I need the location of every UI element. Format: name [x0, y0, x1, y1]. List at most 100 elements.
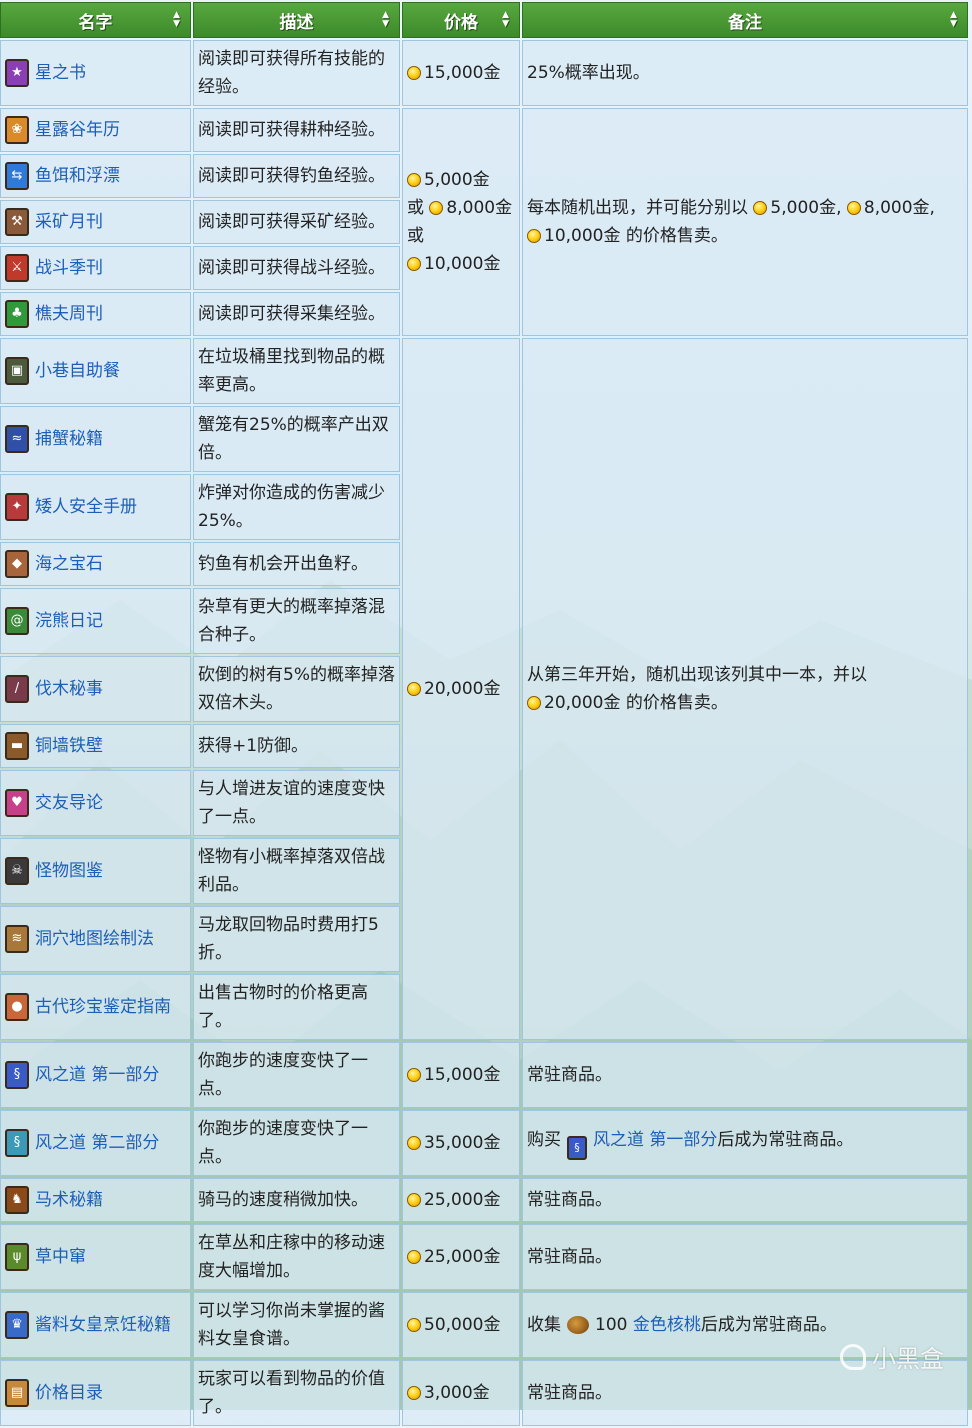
book-name-cell: ♞ 马术秘籍 [0, 1178, 191, 1222]
book-name[interactable]: ♣ 樵夫周刊 [5, 300, 186, 328]
column-header-description[interactable]: 描述 ▲ ▼ [193, 2, 400, 38]
book-name[interactable]: ☠ 怪物图鉴 [5, 857, 186, 885]
book-description: 阅读即可获得所有技能的经验。 [198, 49, 385, 97]
book-name[interactable]: ⚔ 战斗季刊 [5, 254, 186, 282]
book-note: 常驻商品。 [527, 1065, 612, 1085]
book-name-cell: ψ 草中窜 [0, 1224, 191, 1290]
sort-icon[interactable]: ▲ ▼ [950, 11, 957, 29]
book-jewels-icon: ◆ [5, 550, 29, 578]
book-description: 阅读即可获得战斗经验。 [198, 258, 385, 278]
book-name-link[interactable]: 海之宝石 [35, 550, 103, 578]
book-name[interactable]: ✦ 矮人安全手册 [5, 493, 186, 521]
book-name-link[interactable]: 怪物图鉴 [35, 857, 103, 885]
sort-icon[interactable]: ▲ ▼ [382, 11, 389, 29]
book-name-cell: § 风之道 第一部分 [0, 1042, 191, 1108]
book-price: 15,000金 [424, 63, 501, 83]
group-note-cell: 每本随机出现，并可能分别以 5,000金, 8,000金, 10,000金 的价格… [522, 108, 968, 336]
book-description-cell: 获得+1防御。 [193, 724, 400, 768]
book-name-link[interactable]: 捕蟹秘籍 [35, 425, 103, 453]
group-note: 的价格售卖。 [625, 693, 728, 713]
gold-coin-icon [527, 696, 541, 710]
book-description: 马龙取回物品时费用打5折。 [198, 915, 379, 963]
book-name[interactable]: ● 古代珍宝鉴定指南 [5, 993, 186, 1021]
table-row: ψ 草中窜 在草丛和庄稼中的移动速度大幅增加。 25,000金 常驻商品。 [0, 1224, 968, 1290]
book-description: 蟹笼有25%的概率产出双倍。 [198, 415, 389, 463]
book-name-cell: ▬ 铜墙铁壁 [0, 724, 191, 768]
sort-icon[interactable]: ▲ ▼ [502, 11, 509, 29]
book-price-cell: 3,000金 [402, 1360, 520, 1426]
book-name[interactable]: / 伐木秘事 [5, 675, 186, 703]
book-name[interactable]: ◆ 海之宝石 [5, 550, 186, 578]
gold-coin-icon [429, 201, 444, 215]
book-name[interactable]: ▣ 小巷自助餐 [5, 357, 186, 385]
book-name-link[interactable]: 战斗季刊 [35, 254, 103, 282]
gold-coin-icon [407, 1136, 421, 1150]
book-name[interactable]: ⚒ 采矿月刊 [5, 208, 186, 236]
book-name-cell: ✦ 矮人安全手册 [0, 474, 191, 540]
note-link[interactable]: 风之道 第一部分 [593, 1130, 717, 1150]
book-name[interactable]: ▤ 价格目录 [5, 1379, 186, 1407]
book-description-cell: 阅读即可获得采集经验。 [193, 292, 400, 336]
sort-icon[interactable]: ▲ ▼ [173, 11, 180, 29]
book-name-link[interactable]: 铜墙铁壁 [35, 732, 103, 760]
book-name[interactable]: § 风之道 第一部分 [5, 1061, 186, 1089]
book-name-link[interactable]: 伐木秘事 [35, 675, 103, 703]
book-name[interactable]: ≋ 洞穴地图绘制法 [5, 925, 186, 953]
book-name-link[interactable]: 浣熊日记 [35, 607, 103, 635]
book-name-link[interactable]: 风之道 第二部分 [35, 1129, 159, 1157]
group-price-cell: 5,000金或 8,000金或 10,000金 [402, 108, 520, 336]
book-name-link[interactable]: 矮人安全手册 [35, 493, 137, 521]
book-almanac-icon: ❀ [5, 116, 29, 144]
book-name-link[interactable]: 风之道 第一部分 [35, 1061, 159, 1089]
book-note: 常驻商品。 [527, 1247, 612, 1267]
book-name-link[interactable]: 古代珍宝鉴定指南 [35, 993, 171, 1021]
book-description: 钓鱼有机会开出鱼籽。 [198, 554, 368, 574]
book-name-link[interactable]: 星露谷年历 [35, 116, 120, 144]
gold-coin-icon [407, 66, 421, 80]
book-name-link[interactable]: 樵夫周刊 [35, 300, 103, 328]
book-name[interactable]: § 风之道 第二部分 [5, 1129, 186, 1157]
book-name[interactable]: ❀ 星露谷年历 [5, 116, 186, 144]
book-name[interactable]: ⇆ 鱼饵和浮漂 [5, 162, 186, 190]
book-name-link[interactable]: 采矿月刊 [35, 208, 103, 236]
book-name[interactable]: ♥ 交友导论 [5, 789, 186, 817]
book-description-cell: 玩家可以看到物品的价值了。 [193, 1360, 400, 1426]
book-price-cell: 15,000金 [402, 40, 520, 106]
book-name-link[interactable]: 洞穴地图绘制法 [35, 925, 154, 953]
book-description-cell: 炸弹对你造成的伤害减少25%。 [193, 474, 400, 540]
book-name[interactable]: ★ 星之书 [5, 59, 186, 87]
note-text: 后成为常驻商品。 [717, 1130, 854, 1150]
column-header-name[interactable]: 名字 ▲ ▼ [0, 2, 191, 38]
book-name[interactable]: ♞ 马术秘籍 [5, 1186, 186, 1214]
book-wind1-icon: § [567, 1136, 587, 1160]
book-wind2-icon: § [5, 1129, 29, 1157]
book-name-link[interactable]: 价格目录 [35, 1379, 103, 1407]
table-row: § 风之道 第二部分 你跑步的速度变快了一点。 35,000金 购买 § 风之道 第一部分后… [0, 1110, 968, 1176]
book-defense-icon: ▬ [5, 732, 29, 760]
column-header-price[interactable]: 价格 ▲ ▼ [402, 2, 520, 38]
column-header-notes[interactable]: 备注 ▲ ▼ [522, 2, 968, 38]
book-name-link[interactable]: 交友导论 [35, 789, 103, 817]
book-name-link[interactable]: 马术秘籍 [35, 1186, 103, 1214]
book-name-cell: § 风之道 第二部分 [0, 1110, 191, 1176]
book-description: 阅读即可获得钓鱼经验。 [198, 166, 385, 186]
book-description: 在草丛和庄稼中的移动速度大幅增加。 [198, 1233, 385, 1281]
book-name[interactable]: @ 浣熊日记 [5, 607, 186, 635]
book-name-link[interactable]: 草中窜 [35, 1243, 86, 1271]
book-name-link[interactable]: 小巷自助餐 [35, 357, 120, 385]
group-note: 每本随机出现，并可能分别以 [527, 198, 748, 218]
book-map-icon: ≋ [5, 925, 29, 953]
book-name-link[interactable]: 酱料女皇烹饪秘籍 [35, 1311, 171, 1339]
group-note-price: 5,000金, [770, 198, 842, 218]
book-name[interactable]: ▬ 铜墙铁壁 [5, 732, 186, 760]
book-price: 15,000金 [424, 1065, 501, 1085]
note-link[interactable]: 金色核桃 [633, 1315, 701, 1335]
book-name-link[interactable]: 鱼饵和浮漂 [35, 162, 120, 190]
book-price-cell: 50,000金 [402, 1292, 520, 1358]
book-name-link[interactable]: 星之书 [35, 59, 86, 87]
book-name[interactable]: ψ 草中窜 [5, 1243, 186, 1271]
golden-walnut-icon [567, 1316, 589, 1334]
book-name-cell: ● 古代珍宝鉴定指南 [0, 974, 191, 1040]
book-name[interactable]: ≈ 捕蟹秘籍 [5, 425, 186, 453]
book-name[interactable]: ♛ 酱料女皇烹饪秘籍 [5, 1311, 186, 1339]
